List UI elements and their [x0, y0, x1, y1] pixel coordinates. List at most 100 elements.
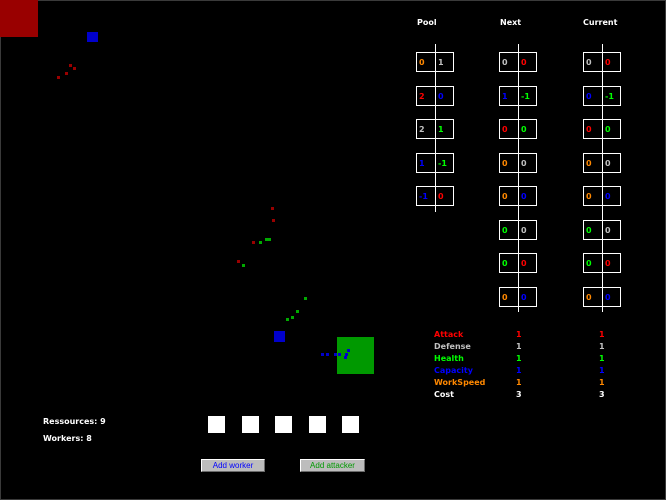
- blue-unit[interactable]: [344, 356, 347, 359]
- next-card[interactable]: 00: [499, 219, 537, 240]
- card-right-value: 0: [605, 58, 611, 67]
- next-card[interactable]: 00: [499, 186, 537, 206]
- green-unit[interactable]: [242, 264, 245, 267]
- current-card[interactable]: 00: [583, 52, 621, 72]
- unit-slot[interactable]: [208, 416, 225, 433]
- stat-next-value: 1: [516, 330, 522, 339]
- next-card[interactable]: 00: [499, 52, 537, 72]
- pool-card[interactable]: 1 -1: [416, 152, 454, 173]
- card-left-value: 0: [419, 58, 425, 67]
- stat-current-value: 3: [599, 390, 605, 399]
- unit-slot[interactable]: [308, 416, 326, 433]
- next-header: Next: [500, 18, 522, 27]
- red-unit[interactable]: [65, 72, 68, 75]
- card-left-value: 1: [502, 91, 508, 101]
- stat-current-value: 1: [599, 378, 605, 387]
- red-unit[interactable]: [272, 219, 275, 222]
- card-left-value: -1: [419, 192, 428, 201]
- card-right-value: 0: [521, 225, 527, 235]
- blue-unit[interactable]: [345, 353, 348, 356]
- green-unit[interactable]: [286, 318, 289, 321]
- stat-label: WorkSpeed: [434, 378, 486, 387]
- green-unit[interactable]: [304, 297, 307, 300]
- stat-next-value: 1: [516, 378, 522, 387]
- blue-unit[interactable]: [338, 353, 341, 356]
- green-base[interactable]: [337, 337, 374, 374]
- pool-card[interactable]: 20: [416, 85, 454, 106]
- current-card[interactable]: 00: [583, 186, 621, 206]
- blue-unit[interactable]: [347, 349, 350, 352]
- red-unit[interactable]: [271, 207, 274, 210]
- card-left-value: 0: [586, 58, 592, 67]
- blue-unit[interactable]: [326, 353, 329, 356]
- card-right-value: 0: [438, 192, 444, 201]
- card-left-value: 0: [586, 225, 592, 235]
- blue-unit[interactable]: [321, 353, 324, 356]
- card-right-value: 0: [521, 292, 527, 302]
- pool-card[interactable]: 01: [416, 52, 454, 72]
- red-unit[interactable]: [252, 241, 255, 244]
- card-left-value: 0: [502, 125, 508, 134]
- card-right-value: 0: [605, 292, 611, 302]
- card-right-value: 0: [605, 192, 611, 201]
- card-right-value: 0: [521, 192, 527, 201]
- stat-current-value: 1: [599, 354, 605, 363]
- next-card[interactable]: 00: [499, 253, 537, 273]
- red-unit[interactable]: [73, 67, 76, 70]
- current-card[interactable]: 00: [583, 119, 621, 139]
- red-unit[interactable]: [57, 76, 60, 79]
- current-card[interactable]: 00: [583, 286, 621, 307]
- card-left-value: 0: [502, 58, 508, 67]
- stat-next-value: 3: [516, 390, 522, 399]
- pool-header: Pool: [417, 18, 437, 27]
- card-right-value: 0: [521, 58, 527, 67]
- blue-base-2[interactable]: [274, 331, 285, 342]
- pool-card[interactable]: -1 0: [416, 186, 454, 206]
- unit-slot[interactable]: [241, 416, 259, 433]
- stat-next-value: 1: [516, 366, 522, 375]
- blue-base[interactable]: [87, 32, 98, 42]
- stat-next-value: 1: [516, 354, 522, 363]
- stat-label: Capacity: [434, 366, 473, 375]
- card-left-value: 2: [419, 91, 425, 101]
- add-worker-button[interactable]: Add worker: [201, 459, 265, 472]
- unit-slot[interactable]: [342, 416, 359, 433]
- green-unit[interactable]: [291, 316, 294, 319]
- green-unit[interactable]: [268, 238, 271, 241]
- units-layer: [57, 64, 350, 359]
- current-card[interactable]: 00: [583, 219, 621, 240]
- red-unit[interactable]: [237, 260, 240, 263]
- next-card[interactable]: 1 -1: [499, 85, 537, 106]
- next-card[interactable]: 00: [499, 152, 537, 173]
- card-right-value: 0: [521, 125, 527, 134]
- card-right-value: 0: [521, 158, 527, 168]
- stat-label: Health: [434, 354, 464, 363]
- next-card[interactable]: 00: [499, 286, 537, 307]
- card-right-value: 0: [605, 158, 611, 168]
- card-left-value: 2: [419, 125, 425, 134]
- stat-current-value: 1: [599, 330, 605, 339]
- card-right-value: 1: [438, 125, 444, 134]
- green-unit[interactable]: [259, 241, 262, 244]
- current-card[interactable]: 00: [583, 253, 621, 273]
- add-attacker-button[interactable]: Add attacker: [300, 459, 365, 472]
- card-left-value: 0: [586, 192, 592, 201]
- card-right-value: -1: [438, 158, 447, 168]
- stat-label: Attack: [434, 330, 464, 339]
- current-card[interactable]: 0 -1: [583, 85, 621, 106]
- card-right-value: -1: [521, 91, 530, 101]
- next-card[interactable]: 00: [499, 119, 537, 139]
- stat-current-value: 1: [599, 366, 605, 375]
- card-right-value: 0: [605, 125, 611, 134]
- unit-slot[interactable]: [275, 416, 292, 433]
- stat-label: Defense: [434, 342, 471, 351]
- card-right-value: 0: [605, 259, 611, 268]
- pool-card[interactable]: 21: [416, 119, 454, 139]
- green-unit[interactable]: [296, 310, 299, 313]
- red-base[interactable]: [0, 0, 38, 37]
- blue-unit[interactable]: [334, 353, 337, 356]
- green-unit[interactable]: [265, 238, 268, 241]
- current-card[interactable]: 00: [583, 152, 621, 173]
- red-unit[interactable]: [69, 64, 72, 67]
- card-left-value: 0: [502, 292, 508, 302]
